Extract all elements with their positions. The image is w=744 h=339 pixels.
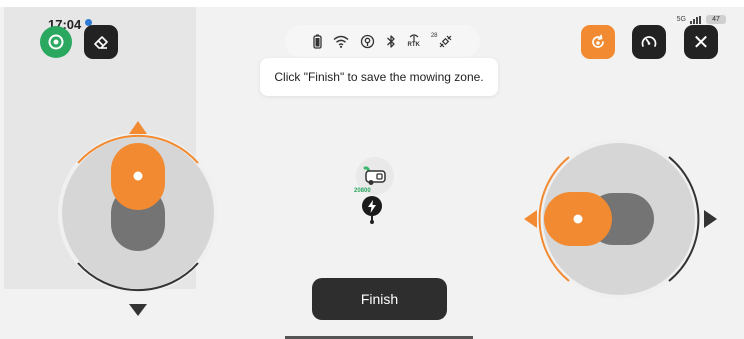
right-joystick-knob-dot (573, 214, 583, 224)
wifi-icon (333, 35, 349, 48)
left-joystick-knob-dot (133, 171, 143, 181)
map-button[interactable] (40, 26, 72, 58)
right-joystick[interactable] (520, 130, 720, 310)
close-icon: ✕ (692, 31, 710, 54)
refresh-zone-icon (592, 34, 604, 48)
bluetooth-icon (386, 34, 396, 49)
instruction-toast: Click "Finish" to save the mowing zone. (260, 58, 498, 96)
right-joystick-right-arrow-icon[interactable] (704, 210, 717, 228)
network-type: 5G (676, 16, 686, 23)
charging-station (362, 196, 382, 216)
erase-button[interactable] (84, 25, 118, 59)
charging-station-icon (368, 199, 376, 213)
left-joystick-up-arrow-icon[interactable] (129, 121, 147, 134)
battery-level: 47 (706, 15, 726, 24)
status-bar-right: 5G 47 (677, 15, 726, 24)
finish-button[interactable]: Finish (312, 278, 447, 320)
rtk-label: RTK (407, 42, 420, 48)
speedometer-icon (641, 36, 657, 47)
satellite-count: 28 (430, 33, 438, 39)
rtk-antenna-icon: RTK (407, 34, 420, 48)
charger-point (370, 220, 374, 224)
speed-button[interactable] (632, 25, 666, 59)
left-joystick[interactable] (50, 118, 230, 318)
right-joystick-left-arrow-icon[interactable] (524, 210, 537, 228)
battery-icon (313, 34, 323, 49)
screen-top-edge (0, 0, 744, 7)
mower-label: 20800 (354, 188, 371, 194)
map-target-icon (48, 34, 64, 50)
eraser-icon (94, 36, 108, 49)
close-button[interactable]: ✕ (684, 25, 718, 59)
device-status-bar: RTK 28 (285, 25, 480, 57)
mower-icon (363, 166, 386, 185)
mower-marker[interactable]: 20800 (350, 155, 402, 225)
satellite-icon: 28 (430, 33, 452, 48)
gps-icon (360, 34, 375, 49)
zone-edit-button[interactable] (581, 25, 615, 59)
signal-icon (690, 15, 702, 24)
left-joystick-down-arrow-icon[interactable] (129, 304, 147, 316)
